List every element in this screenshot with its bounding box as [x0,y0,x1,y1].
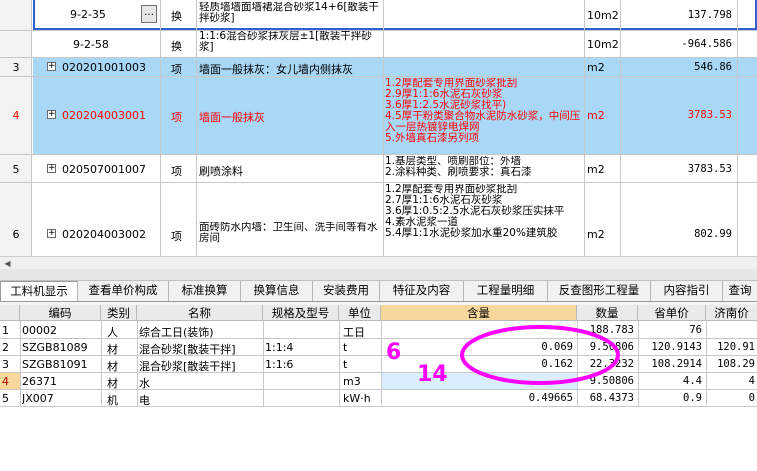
annotation-number: 6 [386,340,402,365]
annotation-ellipse [460,325,620,385]
annotation-layer [460,325,620,385]
annotation-number: 14 [417,362,448,387]
